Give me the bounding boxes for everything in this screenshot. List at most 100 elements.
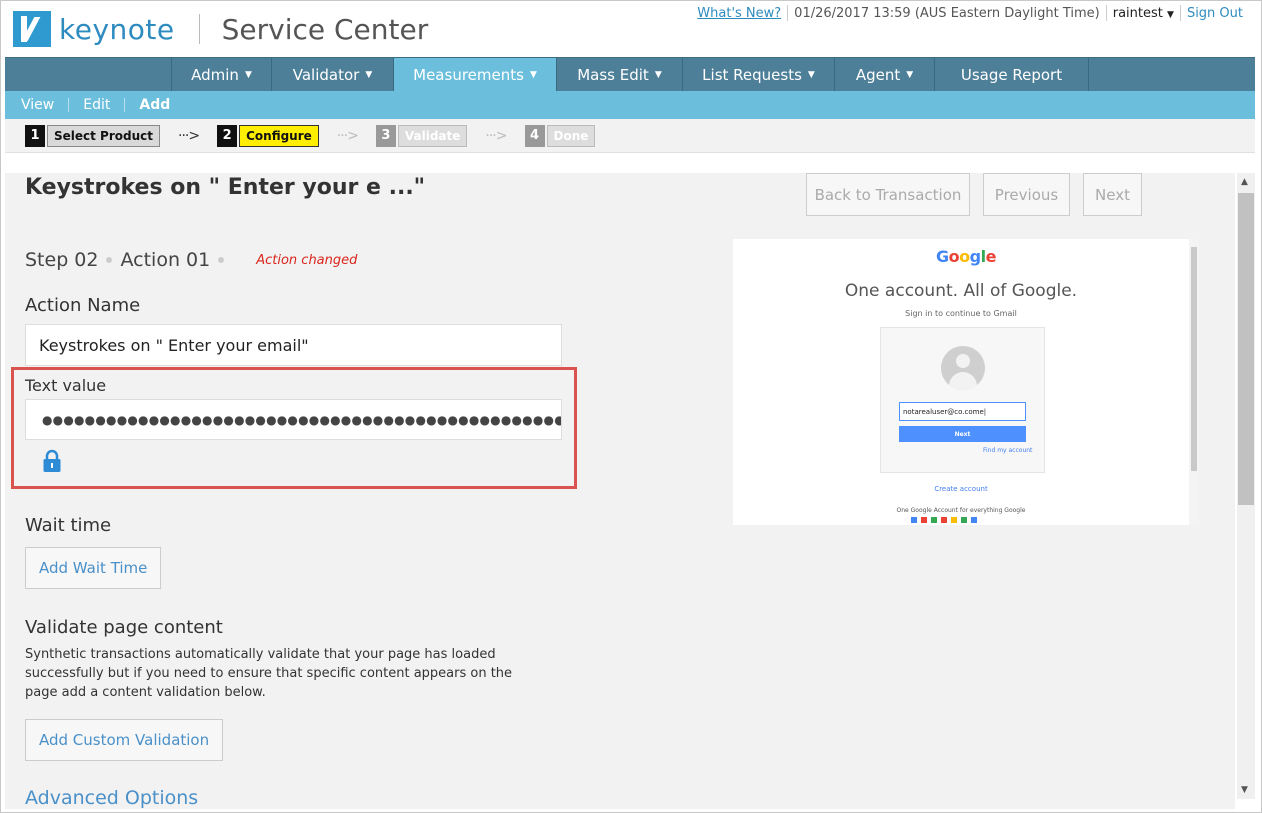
step-label: Configure [239,124,319,147]
step-number: 3 [375,124,396,147]
header: keynote Service Center What's New? 01/26… [1,1,1262,57]
google-apps-icons [911,517,977,523]
maps-icon [931,517,937,523]
add-wait-time-button[interactable]: Add Wait Time [25,547,162,589]
nav-spacer [5,58,172,91]
wizard-step-done: 4 Done [524,124,596,147]
action-name-label: Action Name [25,295,141,316]
lock-icon[interactable] [42,449,62,473]
thumbnail-signin-card: notarealuser@co.come| Next Find my accou… [880,327,1045,473]
thumbnail-create-account: Create account [934,485,988,493]
thumbnail-subline: Sign in to continue to Gmail [905,309,1017,318]
validate-content-label: Validate page content [25,617,223,638]
dot-icon [218,257,225,263]
logo-text: keynote [59,12,175,46]
next-button[interactable]: Next [1083,173,1142,216]
scrollbar-thumb[interactable] [1191,247,1197,471]
wizard-step-select-product[interactable]: 1 Select Product [25,124,160,147]
app-window: keynote Service Center What's New? 01/26… [0,0,1262,813]
nav-item-measurements[interactable]: Measurements ▼ [394,58,557,92]
main-content: Keystrokes on " Enter your e ..." Back t… [5,173,1235,809]
sub-nav: View Edit Add [5,91,1255,119]
thumbnail-find-account: Find my account [983,447,1033,454]
page-title: Keystrokes on " Enter your e ..." [25,175,426,200]
nav-label: Agent [855,66,901,84]
caret-down-icon: ▼ [529,70,537,80]
app-title: Service Center [221,12,429,46]
wizard-step-configure[interactable]: 2 Configure [217,124,319,147]
scroll-up-icon[interactable]: ▲ [1241,177,1248,187]
page-scrollbar[interactable]: ▲ ▼ [1237,173,1255,799]
divider [787,5,789,21]
nav-item-agent[interactable]: Agent ▼ [835,58,935,92]
main-nav: Admin ▼ Validator ▼ Measurements ▼ Mass Edi… [5,57,1255,92]
nav-item-list-requests[interactable]: List Requests ▼ [683,58,835,92]
user-menu[interactable]: raintest ▼ [1113,6,1174,21]
divider [1105,5,1107,21]
step-number: 1 [25,124,45,147]
youtube-icon [941,517,947,523]
nav-label: Admin [191,66,239,84]
previous-button[interactable]: Previous [983,173,1070,216]
action-changed-status: Action changed [256,252,358,268]
scroll-down-icon[interactable]: ▼ [1241,785,1248,795]
scrollbar-thumb[interactable] [1238,193,1254,505]
gmail-icon [921,517,927,523]
divider [1179,5,1181,21]
google-icon [911,517,917,523]
step-label: Select Product [47,124,160,147]
caret-down-icon: ▼ [807,70,815,80]
top-links: What's New? 01/26/2017 13:59 (AUS Easter… [697,5,1243,21]
arrow-right-icon: ···> [485,127,507,144]
datetime: 01/26/2017 13:59 (AUS Eastern Daylight T… [794,5,1100,21]
subnav-add[interactable]: Add [125,97,184,113]
wizard-steps: 1 Select Product ···> 2 Configure ···> 3… [5,119,1255,153]
thumbnail-scrollbar[interactable] [1189,239,1199,525]
chrome-icon [971,517,977,523]
google-logo: Google [936,247,996,266]
thumbnail-footer: One Google Account for everything Google [896,507,1026,514]
advanced-options-link[interactable]: Advanced Options [25,787,198,809]
logo-letter: o [959,247,970,266]
nav-item-admin[interactable]: Admin ▼ [172,58,272,92]
step-label: Done [546,124,596,147]
wizard-step-validate: 3 Validate [375,124,468,147]
wait-time-label: Wait time [25,515,112,536]
nav-item-usage-report[interactable]: Usage Report [935,58,1089,92]
logo-letter: o [948,247,960,266]
text-value-input[interactable]: ●●●●●●●●●●●●●●●●●●●●●●●●●●●●●●●●●●●●●●●●… [25,399,562,440]
action-name-input[interactable]: Keystrokes on " Enter your email" [25,324,562,366]
nav-label: Mass Edit [577,66,649,84]
text-value-label: Text value [25,376,107,395]
page-screenshot-thumbnail: Google One account. All of Google. Sign … [733,239,1199,525]
step-label: Step 02 [25,249,99,271]
thumbnail-next-button: Next [899,426,1026,442]
caret-down-icon: ▼ [906,70,914,80]
back-to-transaction-button[interactable]: Back to Transaction [806,173,970,216]
logo-letter: G [936,247,949,266]
logo-divider [198,14,200,44]
validate-description: Synthetic transactions automatically val… [25,647,513,700]
nav-tail [1089,58,1255,91]
drive-icon [951,517,957,523]
logo-letter: e [985,247,997,266]
subnav-view[interactable]: View [5,97,68,113]
sign-out-link[interactable]: Sign Out [1187,6,1243,21]
add-custom-validation-button[interactable]: Add Custom Validation [25,719,224,761]
arrow-right-icon: ···> [336,127,359,144]
play-icon [961,517,967,523]
nav-item-mass-edit[interactable]: Mass Edit ▼ [557,58,683,92]
thumbnail-email-field: notarealuser@co.come| [899,402,1026,421]
nav-label: Measurements [413,66,524,84]
thumbnail-headline: One account. All of Google. [844,281,1078,301]
nav-item-validator[interactable]: Validator ▼ [272,58,394,92]
subnav-edit[interactable]: Edit [69,97,124,113]
step-number: 2 [217,124,238,147]
logo: keynote Service Center [13,11,428,47]
caret-down-icon: ▼ [654,70,662,80]
action-label: Action 01 [120,249,211,271]
whats-new-link[interactable]: What's New? [697,6,781,21]
arrow-right-icon: ···> [178,127,200,144]
keynote-logo-icon [13,11,51,47]
caret-down-icon: ▼ [365,70,373,80]
